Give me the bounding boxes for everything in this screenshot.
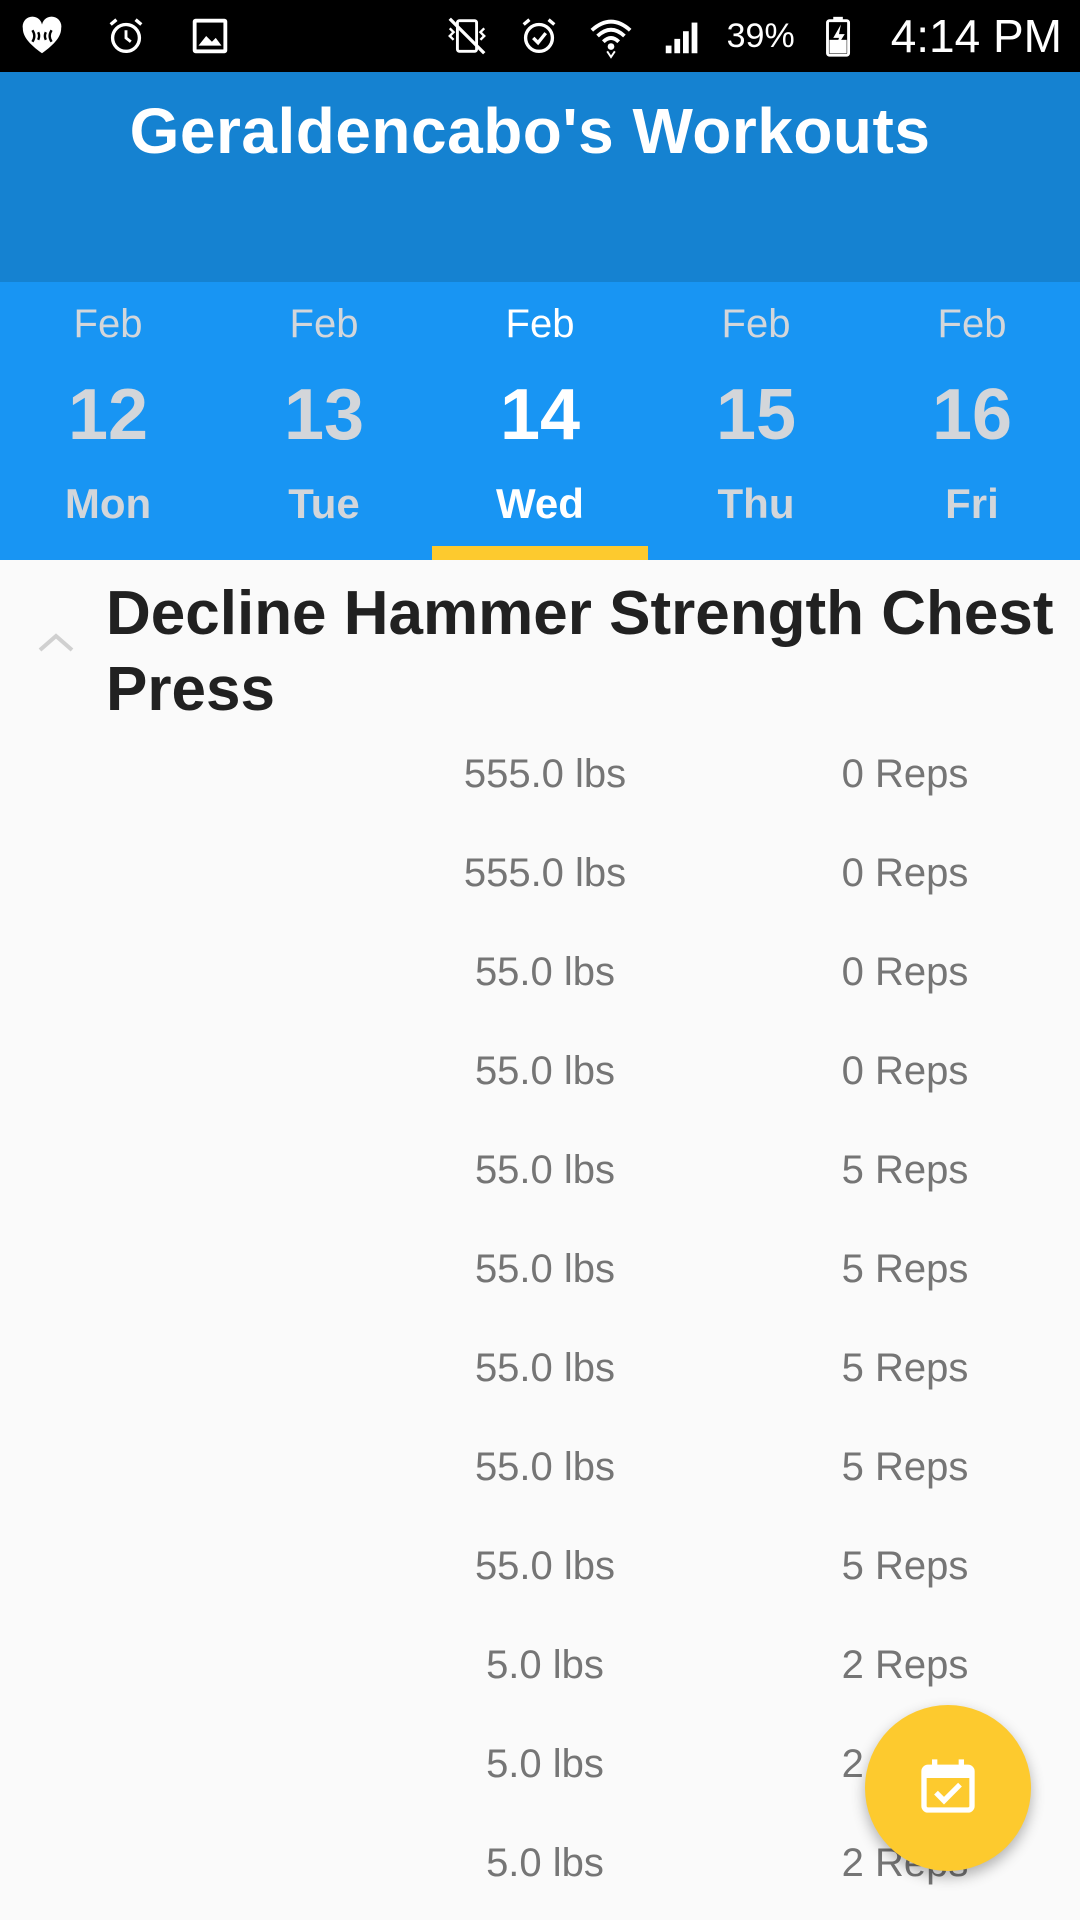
set-weight: 55.0 lbs (474, 1544, 616, 1588)
set-weight: 5.0 lbs (486, 1841, 604, 1885)
set-reps: 0 Reps (841, 851, 969, 895)
set-weight: 5.0 lbs (486, 1742, 604, 1786)
calendar-check-icon (916, 1754, 980, 1823)
exercise-name: Decline Hammer Strength Chest Press (106, 579, 1054, 724)
tab-weekday: Mon (64, 480, 152, 527)
set-weight: 55.0 lbs (474, 1049, 616, 1093)
set-weight: 555.0 lbs (463, 851, 627, 895)
set-row[interactable]: 55.0 lbs 5 Reps (0, 1124, 1080, 1223)
tab-day: 13 (283, 375, 365, 455)
set-reps: 0 Reps (841, 1049, 969, 1093)
set-row[interactable]: 55.0 lbs 5 Reps (0, 1421, 1080, 1520)
app-bar: Geraldencabo's Workouts (0, 72, 1080, 282)
chevron-up-icon[interactable] (34, 620, 78, 664)
tab-weekday: Tue (288, 480, 360, 527)
set-row[interactable]: 5.0 lbs 2 Reps (0, 1619, 1080, 1718)
exercise-header[interactable]: Decline Hammer Strength Chest Press (0, 560, 1080, 724)
status-bar: 39% 4:14 PM (0, 0, 1080, 72)
tab-day: 16 (931, 375, 1013, 455)
tab-month: Feb (73, 302, 143, 346)
set-reps: 5 Reps (841, 1148, 969, 1192)
tab-month: Feb (289, 302, 359, 346)
selected-tab-indicator (432, 546, 648, 560)
set-row[interactable]: 55.0 lbs 5 Reps (0, 1223, 1080, 1322)
clock: 4:14 PM (890, 10, 1062, 62)
image-icon (182, 8, 238, 64)
status-left-icons (14, 0, 238, 72)
tab-weekday: Fri (945, 480, 999, 527)
date-tab-mon[interactable]: Feb 12 Mon (0, 282, 216, 560)
set-reps: 5 Reps (841, 1247, 969, 1291)
set-weight: 555.0 lbs (463, 752, 627, 796)
tab-weekday: Thu (717, 480, 795, 527)
alarm-icon (511, 8, 567, 64)
battery-percent: 39% (726, 16, 795, 55)
tab-day: 14 (499, 375, 581, 455)
app-title: Geraldencabo's Workouts (129, 95, 931, 167)
calendar-fab-button[interactable] (865, 1705, 1031, 1871)
signal-icon (655, 8, 711, 64)
tab-month: Feb (505, 302, 575, 346)
set-reps: 5 Reps (841, 1346, 969, 1390)
set-weight: 5.0 lbs (486, 1643, 604, 1687)
set-weight: 55.0 lbs (474, 1247, 616, 1291)
tab-day: 15 (715, 375, 797, 455)
set-reps: 0 Reps (841, 950, 969, 994)
alarm-clock-icon (98, 8, 154, 64)
tab-day: 12 (67, 375, 149, 455)
date-tab-tue[interactable]: Feb 13 Tue (216, 282, 432, 560)
set-weight: 55.0 lbs (474, 1148, 616, 1192)
iheart-icon (14, 8, 70, 64)
wifi-icon (583, 8, 639, 64)
set-weight: 55.0 lbs (474, 950, 616, 994)
set-row[interactable]: 555.0 lbs 0 Reps (0, 827, 1080, 926)
set-reps: 0 Reps (841, 752, 969, 796)
set-reps: 5 Reps (841, 1544, 969, 1588)
set-row[interactable]: 55.0 lbs 0 Reps (0, 926, 1080, 1025)
tab-month: Feb (721, 302, 791, 346)
vibrate-mute-icon (439, 8, 495, 64)
set-weight: 55.0 lbs (474, 1445, 616, 1489)
set-row[interactable]: 55.0 lbs 5 Reps (0, 1322, 1080, 1421)
set-reps: 2 Reps (841, 1643, 969, 1687)
date-tab-fri[interactable]: Feb 16 Fri (864, 282, 1080, 560)
tab-month: Feb (937, 302, 1007, 346)
set-reps: 5 Reps (841, 1445, 969, 1489)
tab-weekday: Wed (496, 480, 584, 527)
set-row[interactable]: 55.0 lbs 5 Reps (0, 1520, 1080, 1619)
date-tab-thu[interactable]: Feb 15 Thu (648, 282, 864, 560)
date-tabs: Feb 12 Mon Feb 13 Tue Feb 14 Wed Feb 15 … (0, 282, 1080, 560)
date-tab-wed[interactable]: Feb 14 Wed (432, 282, 648, 560)
status-right-icons: 39% 4:14 PM (439, 0, 1062, 72)
set-row[interactable]: 555.0 lbs 0 Reps (0, 728, 1080, 827)
set-row[interactable]: 55.0 lbs 0 Reps (0, 1025, 1080, 1124)
set-weight: 55.0 lbs (474, 1346, 616, 1390)
battery-charging-icon (811, 8, 867, 64)
